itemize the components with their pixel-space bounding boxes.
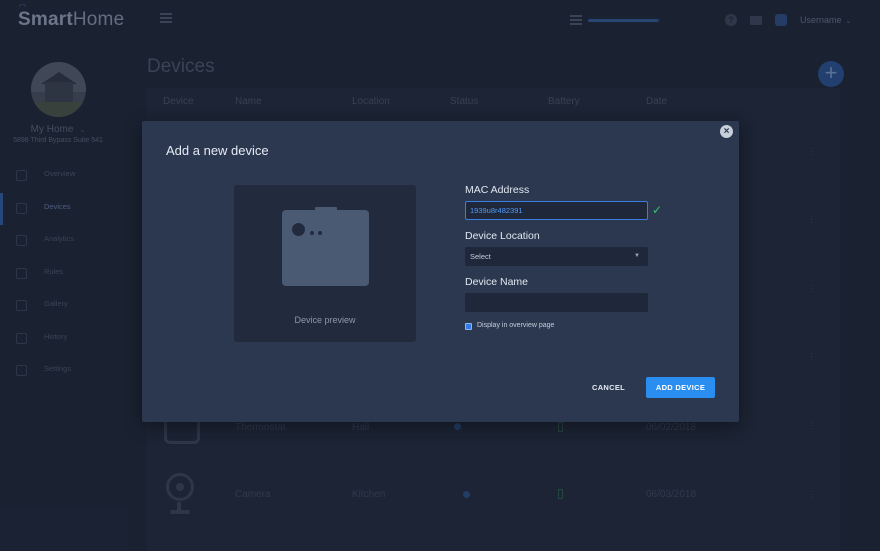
device-name-input[interactable] — [465, 293, 648, 312]
close-icon: × — [723, 126, 730, 137]
camera-illustration-icon — [282, 210, 369, 286]
preview-label: Device preview — [294, 315, 356, 325]
add-device-dialog: Add a new device × Device preview MAC Ad… — [142, 121, 739, 422]
display-overview-label[interactable]: Display in overview page — [477, 322, 554, 329]
device-name-label: Device Name — [465, 276, 529, 288]
camera-led — [318, 231, 322, 235]
display-overview-checkbox[interactable] — [465, 323, 472, 330]
cancel-button[interactable]: CANCEL — [592, 383, 625, 392]
check-icon: ✓ — [652, 203, 663, 217]
device-location-select[interactable]: Select ▼ — [465, 247, 648, 266]
add-device-button[interactable]: ADD DEVICE — [646, 377, 715, 398]
device-location-label: Device Location — [465, 230, 540, 242]
camera-lens — [292, 223, 305, 236]
close-button[interactable]: × — [720, 125, 733, 138]
select-value: Select — [470, 252, 491, 261]
caret-down-icon: ▼ — [634, 253, 640, 259]
camera-led — [310, 231, 314, 235]
mac-address-label: MAC Address — [465, 184, 530, 196]
device-preview: Device preview — [234, 185, 416, 342]
mac-address-input[interactable]: 1939u8r482391 — [465, 201, 648, 220]
dialog-title: Add a new device — [166, 143, 269, 158]
